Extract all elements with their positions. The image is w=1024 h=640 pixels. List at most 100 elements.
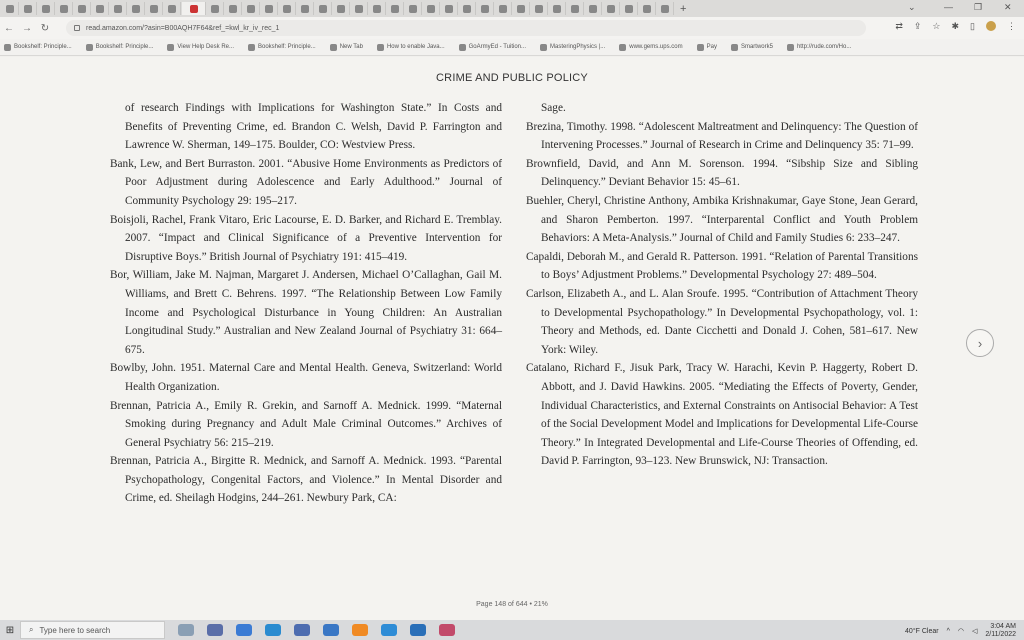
network-icon[interactable]: ◠: [958, 627, 964, 635]
share-icon[interactable]: ⇪: [914, 21, 922, 32]
translate-icon[interactable]: ⇄: [895, 21, 903, 32]
bookmark-item[interactable]: View Help Desk Re...: [167, 43, 234, 51]
browser-tab[interactable]: [110, 2, 127, 15]
browser-tab[interactable]: [279, 2, 296, 15]
browser-tab[interactable]: [164, 2, 181, 15]
browser-tab[interactable]: [603, 2, 620, 15]
browser-tab[interactable]: [387, 2, 404, 15]
browser-tab[interactable]: [225, 2, 242, 15]
bookmark-label: View Help Desk Re...: [177, 44, 234, 50]
bookmark-item[interactable]: GoArmyEd - Tuition...: [458, 43, 526, 51]
browser-tab[interactable]: [585, 2, 602, 15]
settings-gear-icon[interactable]: [352, 624, 368, 636]
tab-strip: +: [0, 0, 1024, 17]
browser-tab[interactable]: [657, 2, 674, 15]
bookmark-favicon-icon: [376, 43, 384, 51]
reference-entry: Bor, William, Jake M. Najman, Margaret J…: [110, 269, 502, 356]
system-clock[interactable]: 3:04 AM 2/11/2022: [985, 623, 1016, 639]
bookmark-favicon-icon: [458, 43, 466, 51]
bookmark-item[interactable]: New Tab: [329, 43, 363, 51]
tab-favicon-icon: [6, 4, 14, 13]
forward-arrow-icon[interactable]: →: [18, 23, 36, 34]
widgets-icon[interactable]: [178, 624, 194, 636]
reference-entry: Boisjoli, Rachel, Frank Vitaro, Eric Lac…: [110, 213, 502, 263]
volume-icon[interactable]: ◁: [972, 627, 977, 635]
restore-icon[interactable]: ❐: [974, 2, 982, 13]
windows-taskbar: ⊞ ⌕ Type here to search 40°F Clear ^ ◠ ◁…: [0, 620, 1024, 640]
store-icon[interactable]: [294, 624, 310, 636]
reference-entry: Carlson, Elizabeth A., and L. Alan Srouf…: [526, 287, 918, 356]
new-tab-plus-icon[interactable]: +: [680, 3, 686, 15]
bookmark-star-icon[interactable]: ☆: [932, 21, 940, 32]
browser-tab[interactable]: [20, 2, 37, 15]
browser-tab[interactable]: [243, 2, 260, 15]
browser-tab[interactable]: [423, 2, 440, 15]
browser-tab[interactable]: [128, 2, 145, 15]
mail-icon[interactable]: [323, 624, 339, 636]
browser-tab[interactable]: [369, 2, 386, 15]
bookmark-item[interactable]: Bookshelf: Principle...: [247, 43, 316, 51]
bookmark-item[interactable]: www.gems.ups.com: [619, 43, 683, 51]
back-arrow-icon[interactable]: ←: [0, 23, 18, 34]
browser-tab[interactable]: [405, 2, 422, 15]
tab-favicon-icon: [625, 4, 633, 13]
browser-tab[interactable]: [333, 2, 350, 15]
browser-tab[interactable]: [207, 2, 224, 15]
browser-tab[interactable]: [146, 2, 163, 15]
bookmark-label: How to enable Java...: [386, 44, 445, 50]
extensions-icon[interactable]: ✱: [952, 21, 960, 32]
bookmark-item[interactable]: How to enable Java...: [376, 43, 445, 51]
browser-tab[interactable]: [56, 2, 73, 15]
address-bar[interactable]: read.amazon.com/?asin=B00AQH7F64&ref_=kw…: [66, 20, 866, 36]
tab-favicon-icon: [78, 4, 86, 13]
tab-favicon-icon: [499, 4, 507, 13]
bookmark-item[interactable]: Pay: [696, 43, 717, 51]
browser-menu-icon[interactable]: ⋮: [1007, 21, 1016, 32]
browser-tab[interactable]: [38, 2, 55, 15]
tab-favicon-icon: [168, 4, 176, 13]
browser-tab[interactable]: [639, 2, 656, 15]
browser-tab[interactable]: [297, 2, 314, 15]
windows-start-icon[interactable]: ⊞: [0, 620, 20, 640]
browser-tab[interactable]: [182, 2, 206, 15]
tab-favicon-icon: [535, 4, 543, 13]
browser-tab[interactable]: [92, 2, 109, 15]
minimize-icon[interactable]: —: [944, 2, 953, 12]
bookmark-item[interactable]: Smartwork5: [730, 43, 773, 51]
edge-browser-icon[interactable]: [265, 624, 281, 636]
bookmark-item[interactable]: Bookshelf: Principle...: [4, 43, 72, 51]
reload-icon[interactable]: ↻: [36, 23, 54, 34]
browser-tab[interactable]: [531, 2, 548, 15]
tray-chevron-icon[interactable]: ^: [947, 628, 950, 635]
browser-tab[interactable]: [261, 2, 278, 15]
bookmark-item[interactable]: MasteringPhysics |...: [540, 43, 605, 51]
next-page-button[interactable]: ›: [966, 329, 994, 357]
browser-tab[interactable]: [315, 2, 332, 15]
browser-tab[interactable]: [621, 2, 638, 15]
browser-tab[interactable]: [441, 2, 458, 15]
browser-tab[interactable]: [477, 2, 494, 15]
taskbar-search-box[interactable]: ⌕ Type here to search: [20, 621, 165, 639]
weather-text[interactable]: 40°F Clear: [905, 628, 939, 635]
right-column: Sage. Brezina, Timothy. 1998. “Adolescent…: [526, 99, 918, 471]
bookmark-item[interactable]: http://rude.com/Ho...: [786, 43, 851, 51]
bookmark-item[interactable]: Bookshelf: Principle...: [85, 43, 153, 51]
browser-tab[interactable]: [459, 2, 476, 15]
close-window-icon[interactable]: ✕: [1004, 2, 1012, 13]
profile-avatar[interactable]: [986, 21, 996, 31]
browser-tab[interactable]: [2, 2, 19, 15]
browser-tab[interactable]: [567, 2, 584, 15]
tab-search-chevron-icon[interactable]: ⌄: [908, 2, 916, 13]
media-app-icon[interactable]: [439, 624, 455, 636]
chrome-icon[interactable]: [381, 624, 397, 636]
bookmark-label: Bookshelf: Principle...: [14, 44, 72, 50]
edge-icon[interactable]: [410, 624, 426, 636]
file-explorer-icon[interactable]: [236, 624, 252, 636]
browser-tab[interactable]: [549, 2, 566, 15]
browser-tab[interactable]: [513, 2, 530, 15]
browser-tab[interactable]: [495, 2, 512, 15]
browser-tab[interactable]: [74, 2, 91, 15]
task-view-icon[interactable]: [207, 624, 223, 636]
side-panel-icon[interactable]: ▯: [970, 21, 975, 32]
browser-tab[interactable]: [351, 2, 368, 15]
